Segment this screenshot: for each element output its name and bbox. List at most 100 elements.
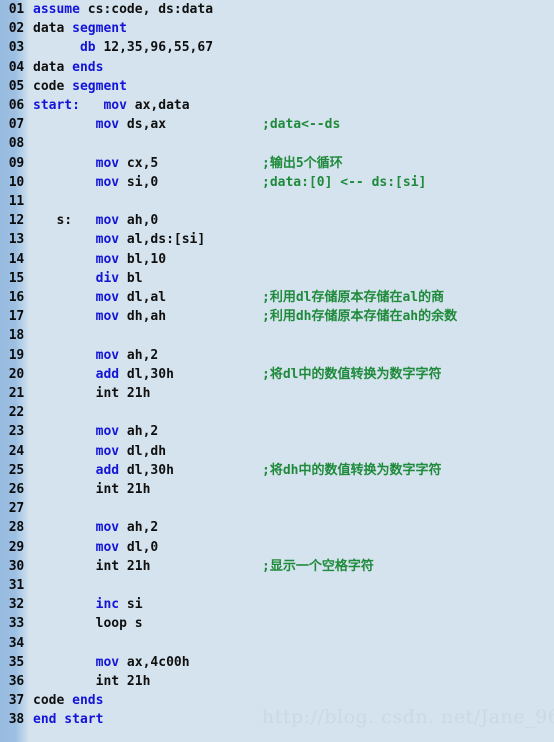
- code-comment: ;利用dl存储原本存储在al的商: [262, 290, 445, 305]
- code-line[interactable]: 36 int 21h: [0, 672, 554, 691]
- code-line[interactable]: 31: [0, 576, 554, 595]
- code-line[interactable]: 12 s: mov ah,0: [0, 211, 554, 230]
- plain-token: ax,4c00h: [119, 654, 190, 670]
- plain-token: dl,30h: [119, 366, 174, 382]
- code-text: start: mov ax,data: [33, 96, 190, 115]
- line-number: 28: [8, 520, 24, 536]
- keyword-token: db: [79, 40, 96, 56]
- line-number: 01: [8, 2, 24, 17]
- line-number: 30: [8, 558, 24, 574]
- code-text: int 21h: [33, 384, 151, 403]
- line-number: 26: [8, 482, 24, 497]
- line-number: 36: [8, 674, 24, 689]
- code-line[interactable]: 21 int 21h: [0, 384, 554, 403]
- code-line[interactable]: 29 mov dl,0: [0, 538, 554, 557]
- plain-token: cx,5: [119, 155, 159, 171]
- code-line[interactable]: 13 mov al,ds:[si]: [0, 230, 554, 249]
- code-line[interactable]: 18: [0, 326, 554, 345]
- plain-token: int 21h: [33, 558, 151, 574]
- code-line[interactable]: 17 mov dh,ah ;利用dh存储原本存储在ah的余数: [0, 307, 554, 326]
- keyword-token: start:: [33, 98, 80, 113]
- code-line[interactable]: 03 db 12,35,96,55,67: [0, 38, 554, 57]
- code-line[interactable]: 06 start: mov ax,data: [0, 96, 554, 115]
- plain-token: al,ds:[si]: [119, 232, 206, 248]
- code-line[interactable]: 07 mov ds,ax ;data<--ds: [0, 115, 554, 134]
- code-line[interactable]: 20 add dl,30h ;将dl中的数值转换为数字字符: [0, 365, 554, 384]
- code-comment: ;data<--ds: [262, 117, 341, 133]
- code-line[interactable]: 26 int 21h: [0, 480, 554, 499]
- plain-token: code: [33, 693, 73, 709]
- code-text: mov dl,al: [33, 288, 166, 307]
- keyword-token: add: [95, 366, 120, 382]
- code-line[interactable]: 27: [0, 499, 554, 518]
- line-number: 33: [8, 616, 24, 632]
- keyword-token: mov: [95, 155, 120, 171]
- code-line[interactable]: 23 mov ah,2: [0, 422, 554, 441]
- keyword-token: mov: [95, 290, 120, 305]
- plain-token: bl: [119, 270, 143, 286]
- code-line[interactable]: 15 div bl: [0, 269, 554, 288]
- plain-token: ah,2: [119, 347, 159, 363]
- code-line[interactable]: 05 code segment: [0, 77, 554, 96]
- line-number: 37: [8, 693, 24, 709]
- plain-token: ds,ax: [119, 117, 167, 133]
- plain-token: ah,2: [119, 520, 159, 536]
- code-line[interactable]: 11: [0, 192, 554, 211]
- code-line[interactable]: 09 mov cx,5 ;输出5个循环: [0, 154, 554, 173]
- line-number: 13: [8, 232, 24, 248]
- code-text: mov dh,ah: [33, 307, 166, 326]
- code-line[interactable]: 04 data ends: [0, 58, 554, 77]
- code-line[interactable]: 10 mov si,0 ;data:[0] <-- ds:[si]: [0, 173, 554, 192]
- plain-token: dl,0: [119, 539, 159, 555]
- watermark-text: http://blog. csdn. net/Jane_96: [262, 706, 554, 728]
- plain-token: ax,data: [126, 98, 190, 113]
- code-line[interactable]: 24 mov dl,dh: [0, 442, 554, 461]
- keyword-token: mov: [95, 539, 120, 555]
- plain-token: int 21h: [33, 386, 151, 401]
- code-line[interactable]: 35 mov ax,4c00h: [0, 653, 554, 672]
- plain-token: data: [33, 59, 73, 75]
- code-line[interactable]: 33 loop s: [0, 614, 554, 633]
- code-line[interactable]: 14 mov bl,10: [0, 250, 554, 269]
- code-line[interactable]: 19 mov ah,2: [0, 346, 554, 365]
- code-text: mov ds,ax: [33, 115, 166, 134]
- code-line[interactable]: 08: [0, 134, 554, 153]
- plain-token: data: [33, 21, 73, 37]
- plain-token: ah,2: [119, 424, 159, 440]
- code-line[interactable]: 34: [0, 634, 554, 653]
- code-line[interactable]: 22: [0, 403, 554, 422]
- code-text: loop s: [33, 614, 143, 633]
- line-number: 32: [8, 597, 24, 613]
- code-line[interactable]: 32 inc si: [0, 595, 554, 614]
- keyword-token: segment: [72, 78, 127, 94]
- line-number: 02: [8, 21, 24, 37]
- code-viewer[interactable]: 01 assume cs:code, ds:data 02 data segment 0…: [0, 0, 554, 742]
- code-line[interactable]: 28 mov ah,2: [0, 518, 554, 537]
- code-line[interactable]: 01 assume cs:code, ds:data: [0, 0, 554, 19]
- code-line[interactable]: 30 int 21h ;显示一个空格字符: [0, 557, 554, 576]
- code-text: end start: [33, 710, 103, 729]
- plain-token: ah,0: [119, 213, 159, 229]
- keyword-token: mov: [95, 232, 120, 248]
- code-comment: ;将dl中的数值转换为数字字符: [262, 366, 442, 382]
- line-number: 10: [8, 174, 24, 190]
- code-line[interactable]: 02 data segment: [0, 19, 554, 38]
- keyword-token: end start: [33, 712, 104, 728]
- keyword-token: mov: [95, 213, 120, 229]
- plain-token: 12,35,96,55,67: [95, 40, 214, 56]
- plain-token: loop s: [33, 616, 143, 632]
- code-line[interactable]: 16 mov dl,al ;利用dl存储原本存储在al的商: [0, 288, 554, 307]
- keyword-token: mov: [103, 98, 127, 113]
- code-line[interactable]: 25 add dl,30h ;将dh中的数值转换为数字字符: [0, 461, 554, 480]
- line-number: 25: [8, 462, 24, 478]
- code-text: add dl,30h: [33, 365, 174, 384]
